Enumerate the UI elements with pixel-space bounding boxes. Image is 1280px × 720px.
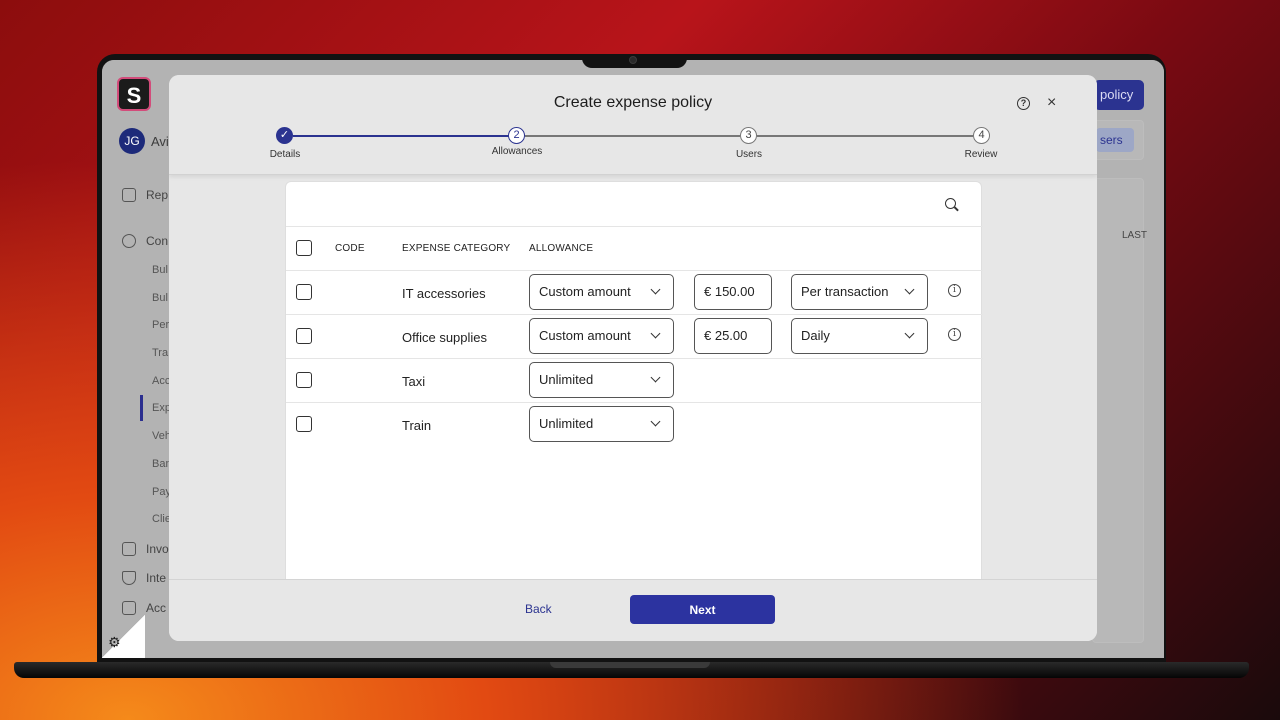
nav-label: Inte bbox=[146, 571, 167, 585]
chevron-down-icon bbox=[650, 372, 661, 383]
nav-label: Invo bbox=[146, 542, 169, 556]
screen: S JG Avia Rep Con Bul Bul Per Tra Acc Ex… bbox=[102, 60, 1164, 658]
nav-label: Con bbox=[146, 234, 169, 248]
camera-icon bbox=[629, 56, 637, 64]
row-checkbox[interactable] bbox=[296, 328, 312, 344]
step-label: Review bbox=[964, 149, 998, 160]
category-name: Train bbox=[402, 418, 432, 433]
app-logo[interactable]: S bbox=[117, 77, 151, 111]
category-name: IT accessories bbox=[402, 286, 486, 301]
select-value: Unlimited bbox=[539, 372, 594, 387]
select-value: Unlimited bbox=[539, 416, 594, 431]
column-header-code[interactable]: CODE bbox=[335, 243, 365, 254]
chevron-down-icon bbox=[650, 416, 661, 427]
divider bbox=[286, 358, 983, 359]
new-policy-button[interactable]: policy bbox=[1094, 80, 1144, 110]
info-icon[interactable]: i bbox=[948, 328, 961, 341]
question-circle-icon[interactable]: ? bbox=[1017, 97, 1030, 110]
plug-icon bbox=[122, 571, 136, 585]
chevron-down-icon bbox=[650, 328, 661, 339]
active-indicator bbox=[140, 395, 143, 421]
gear-icon[interactable]: ⚙ bbox=[108, 634, 121, 651]
select-value: Custom amount bbox=[539, 328, 631, 343]
row-checkbox[interactable] bbox=[296, 416, 312, 432]
info-icon[interactable]: i bbox=[948, 284, 961, 297]
subnav-item[interactable]: Tra bbox=[152, 347, 168, 359]
receipt-icon bbox=[122, 188, 136, 202]
step-completed-check-icon[interactable]: ✓ bbox=[276, 127, 293, 144]
row-checkbox[interactable] bbox=[296, 372, 312, 388]
select-value: Daily bbox=[801, 328, 830, 343]
nav-item-integrations[interactable]: Inte bbox=[122, 571, 166, 585]
amount-input[interactable]: € 150.00 bbox=[694, 274, 772, 310]
create-policy-modal: Create expense policy ? × ✓ Details 2 Al… bbox=[169, 75, 1097, 641]
allowance-type-select[interactable]: Custom amount bbox=[529, 274, 674, 310]
avatar: JG bbox=[119, 128, 145, 154]
nav-item-accounts[interactable]: Acc bbox=[122, 601, 166, 615]
column-header: LAST bbox=[1122, 230, 1148, 241]
select-all-checkbox[interactable] bbox=[296, 240, 312, 256]
step-label: Users bbox=[735, 149, 763, 160]
step-active[interactable]: 2 bbox=[508, 127, 525, 144]
category-name: Taxi bbox=[402, 374, 426, 389]
allowance-type-select[interactable]: Unlimited bbox=[529, 406, 674, 442]
search-icon[interactable] bbox=[945, 198, 956, 209]
column-header-category[interactable]: EXPENSE CATEGORY bbox=[402, 243, 510, 254]
modal-header: Create expense policy ? × ✓ Details 2 Al… bbox=[169, 75, 1097, 175]
nav-item-reports[interactable]: Rep bbox=[122, 188, 168, 202]
modal-title: Create expense policy bbox=[553, 94, 713, 111]
close-icon[interactable]: × bbox=[1047, 94, 1056, 112]
frequency-select[interactable]: Per transaction bbox=[791, 274, 928, 310]
allowance-type-select[interactable]: Custom amount bbox=[529, 318, 674, 354]
stepper-line bbox=[757, 135, 973, 137]
column-header-allowance[interactable]: ALLOWANCE bbox=[529, 243, 593, 254]
invoice-icon bbox=[122, 542, 136, 556]
background-table bbox=[1092, 178, 1144, 643]
select-value: Per transaction bbox=[801, 284, 889, 299]
stepper-line-completed bbox=[293, 135, 518, 137]
row-checkbox[interactable] bbox=[296, 284, 312, 300]
chevron-down-icon bbox=[904, 328, 915, 339]
amount-input[interactable]: € 25.00 bbox=[694, 318, 772, 354]
back-button[interactable]: Back bbox=[525, 602, 552, 616]
user-menu[interactable]: JG Avia bbox=[119, 128, 176, 154]
chevron-down-icon bbox=[904, 284, 915, 295]
subnav-item[interactable]: Per bbox=[152, 319, 169, 331]
category-name: Office supplies bbox=[402, 330, 488, 345]
select-value: Custom amount bbox=[539, 284, 631, 299]
allowance-type-select[interactable]: Unlimited bbox=[529, 362, 674, 398]
nav-label: Acc bbox=[146, 601, 167, 615]
step-label: Allowances bbox=[491, 146, 543, 157]
nav-item-invoices[interactable]: Invo bbox=[122, 542, 169, 556]
building-icon bbox=[122, 601, 136, 615]
step-upcoming[interactable]: 3 bbox=[740, 127, 757, 144]
allowances-table: CODE EXPENSE CATEGORY ALLOWANCE IT acces… bbox=[285, 181, 983, 591]
subnav-item[interactable]: Acc bbox=[152, 375, 170, 387]
step-label: Details bbox=[269, 149, 301, 160]
frequency-select[interactable]: Daily bbox=[791, 318, 928, 354]
subnav-item[interactable]: Bul bbox=[152, 264, 168, 276]
divider bbox=[286, 270, 983, 271]
step-upcoming[interactable]: 4 bbox=[973, 127, 990, 144]
stepper-line bbox=[525, 135, 740, 137]
laptop-groove bbox=[550, 662, 710, 668]
tab-users[interactable]: sers bbox=[1096, 128, 1134, 152]
next-button[interactable]: Next bbox=[630, 595, 775, 624]
subnav-item[interactable]: Bul bbox=[152, 292, 168, 304]
modal-footer: Back Next bbox=[169, 579, 1097, 641]
divider bbox=[286, 402, 983, 403]
chevron-down-icon bbox=[650, 284, 661, 295]
nav-label: Rep bbox=[146, 188, 169, 202]
gear-icon bbox=[122, 234, 136, 248]
divider bbox=[286, 226, 983, 227]
divider bbox=[286, 314, 983, 315]
nav-item-config[interactable]: Con bbox=[122, 234, 168, 248]
